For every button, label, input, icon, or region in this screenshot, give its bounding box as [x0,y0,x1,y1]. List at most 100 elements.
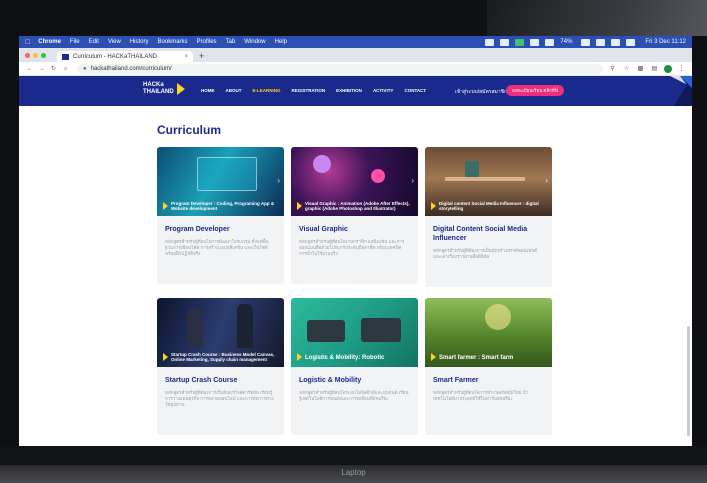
battery-percent: 74% [560,39,573,45]
course-thumbnail[interactable]: Visual Graphic : Animation (Adobe After … [291,147,418,216]
course-thumbnail[interactable]: Logistic & Mobility: Robotic [291,298,418,367]
register-button[interactable]: ลงทะเบียนเรียน คลิกที่นี่ [506,85,564,96]
course-description: หลักสูตรสำหรับผู้ที่สนใจการพัฒนาโปรแกรม … [165,239,269,256]
close-tab-icon[interactable]: × [184,54,188,60]
bookmark-star-icon[interactable]: ☆ [622,65,631,72]
wifi-icon[interactable] [596,38,606,46]
chevron-right-icon [431,353,436,361]
control-center-icon[interactable] [611,38,621,46]
menu-history[interactable]: History [130,39,149,45]
nav-activity[interactable]: ACTIVITY [373,88,394,93]
course-card-smart-farmer[interactable]: Smart farmer : Smart farm Smart Farmer ห… [425,298,552,435]
laptop-bezel-top [0,0,707,36]
course-card-visual-graphic[interactable]: Visual Graphic : Animation (Adobe After … [291,147,418,284]
chevron-right-icon [297,202,302,210]
laptop-label: Laptop [341,468,366,477]
page-scrollbar[interactable] [687,326,690,436]
course-description: หลักสูตรสำหรับผู้ที่ต้องการเป็นนักสร้างส… [433,248,538,259]
url-text: hackathailand.com/curriculum/ [90,65,172,72]
course-title[interactable]: Program Developer [165,225,276,234]
logo-arrow-icon [176,83,185,95]
nav-contact[interactable]: CONTACT [404,88,426,93]
screen-record-icon[interactable] [485,38,495,46]
thumbnail-caption: Digital content Social Media Influencer … [439,201,539,211]
menu-window[interactable]: Window [244,39,265,45]
back-icon[interactable]: ← [25,66,34,72]
home-icon[interactable]: ⌂ [61,66,70,72]
course-thumbnail[interactable]: Digital content Social Media Influencer … [425,147,552,216]
course-thumbnail[interactable]: Startup Crash Course : Business Model Ca… [157,298,284,367]
maximize-window-icon[interactable] [41,52,46,58]
display-icon[interactable] [500,38,510,46]
menu-tab[interactable]: Tab [226,39,236,45]
spotlight-search-icon[interactable] [626,38,636,46]
menu-edit[interactable]: Edit [89,39,99,45]
nav-about[interactable]: ABOUT [226,88,242,93]
menu-bookmarks[interactable]: Bookmarks [158,39,188,45]
site-logo[interactable]: HACKa THAILAND [143,82,185,96]
apple-icon[interactable]:  [25,39,30,46]
thumbnail-caption: Startup Crash Course : Business Model Ca… [171,352,275,362]
menu-view[interactable]: View [108,39,121,45]
address-bar[interactable]: ● hackathailand.com/curriculum/ [77,63,603,74]
menu-profiles[interactable]: Profiles [197,39,217,45]
status-tray: 74% Fri 3 Dec 11:12 [485,38,686,46]
tab-title: Curriculum - HACKaTHAILAND [73,53,158,60]
menu-file[interactable]: File [70,39,80,45]
course-card-startup-crash-course[interactable]: Startup Crash Course : Business Model Ca… [157,298,284,435]
close-window-icon[interactable] [25,52,30,58]
course-title[interactable]: Smart Farmer [433,376,544,385]
nav-home[interactable]: HOME [201,88,215,93]
screen:  Chrome File Edit View History Bookmark… [19,36,692,446]
volume-icon[interactable] [545,38,555,46]
course-card-logistic-mobility[interactable]: Logistic & Mobility: Robotic Logistic & … [291,298,418,435]
course-card-digital-content[interactable]: Digital content Social Media Influencer … [425,147,552,287]
macos-menubar:  Chrome File Edit View History Bookmark… [19,36,692,48]
logo-line-2: THAILAND [143,89,174,95]
course-title[interactable]: Logistic & Mobility [299,376,410,385]
course-title[interactable]: Visual Graphic [299,225,410,234]
course-thumbnail[interactable]: Smart farmer : Smart farm [425,298,552,367]
camera-icon[interactable] [515,38,525,46]
bluetooth-icon[interactable] [530,38,540,46]
browser-toolbar: ← → ↻ ⌂ ● hackathailand.com/curriculum/ … [19,62,692,76]
chevron-right-icon [163,353,168,361]
lock-icon[interactable]: ● [83,66,87,72]
course-card-program-developer[interactable]: Program Developer : Coding, Programing A… [157,147,284,284]
course-description: หลักสูตรสำหรับผู้ที่สนใจการทำเกษตรสมัยให… [433,390,529,401]
thumbnail-caption: Smart farmer : Smart farm [439,355,514,361]
menu-app-name[interactable]: Chrome [38,39,61,45]
window-controls [25,48,49,62]
menu-help[interactable]: Help [275,39,287,45]
laptop-bezel-bottom [0,446,707,483]
nav-e-learning[interactable]: E-LEARNING [253,88,281,93]
profile-avatar[interactable] [664,64,672,73]
thumbnail-caption: Program Developer : Coding, Programing A… [171,201,275,211]
minimize-window-icon[interactable] [33,52,38,58]
site-header: HACKa THAILAND HOME ABOUT E-LEARNING REG… [19,76,692,106]
nav-exhibition[interactable]: EXHIBITION [336,88,362,93]
forward-icon[interactable]: → [37,66,46,72]
course-description: หลักสูตรสำหรับผู้ที่สนใจงานกราฟิก แอนิเม… [299,239,405,256]
site-nav: HOME ABOUT E-LEARNING REGISTRATION EXHIB… [201,88,437,93]
reading-list-icon[interactable]: ▤ [650,65,659,72]
more-menu-icon[interactable]: ⋮ [677,65,686,72]
carousel-next-icon[interactable]: › [545,176,548,185]
new-tab-icon[interactable]: + [199,50,204,62]
carousel-next-icon[interactable]: › [411,176,414,185]
screen-glare [487,0,707,36]
login-link[interactable]: เข้าสู่ระบบ/สมัครสมาชิก [455,88,507,96]
course-thumbnail[interactable]: Program Developer : Coding, Programing A… [157,147,284,216]
nav-registration[interactable]: REGISTRATION [292,88,326,93]
thumbnail-caption: Logistic & Mobility: Robotic [305,355,385,361]
extensions-icon[interactable]: ▩ [636,65,645,72]
reload-icon[interactable]: ↻ [49,65,58,72]
course-title[interactable]: Digital Content Social Media Influencer [433,225,544,243]
menubar-clock[interactable]: Fri 3 Dec 11:12 [645,39,686,45]
zoom-icon[interactable]: ⚲ [608,65,617,72]
course-title[interactable]: Startup Crash Course [165,376,276,385]
browser-tab[interactable]: Curriculum - HACKaTHAILAND × [57,51,193,62]
carousel-next-icon[interactable]: › [277,176,280,185]
battery-icon[interactable] [581,38,591,46]
chevron-right-icon [163,202,168,210]
